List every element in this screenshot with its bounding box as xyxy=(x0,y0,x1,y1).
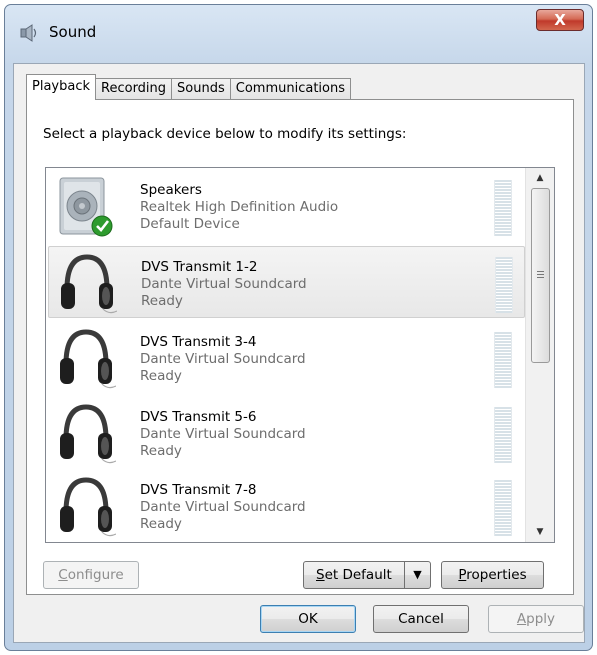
configure-mnemonic: C xyxy=(58,567,68,583)
device-list[interactable]: Speakers Realtek High Definition Audio D… xyxy=(45,167,555,543)
sound-dialog: Sound X Playback Recording Sounds Commun… xyxy=(4,4,593,651)
configure-label: onfigure xyxy=(67,567,124,583)
device-driver: Realtek High Definition Audio xyxy=(140,199,339,215)
device-item-dvs-transmit-3-4[interactable]: DVS Transmit 3-4 Dante Virtual Soundcard… xyxy=(48,322,525,394)
speaker-icon xyxy=(20,24,37,42)
dropdown-arrow-icon[interactable]: ▼ xyxy=(404,562,430,588)
device-name: DVS Transmit 3-4 xyxy=(140,334,257,350)
apply-label: pply xyxy=(526,611,556,627)
tab-playback[interactable]: Playback xyxy=(26,74,97,100)
grip-icon xyxy=(537,271,544,278)
device-item-dvs-transmit-7-8[interactable]: DVS Transmit 7-8 Dante Virtual Soundcard… xyxy=(48,470,525,542)
device-driver: Dante Virtual Soundcard xyxy=(140,499,306,515)
scroll-down-arrow-icon[interactable]: ▼ xyxy=(526,522,554,542)
cancel-button[interactable]: Cancel xyxy=(373,605,469,633)
set-default-mnemonic: S xyxy=(316,567,325,583)
device-name: DVS Transmit 7-8 xyxy=(140,482,257,498)
headphones-icon xyxy=(60,329,116,389)
ok-button[interactable]: OK xyxy=(260,605,356,633)
tab-communications[interactable]: Communications xyxy=(229,78,352,100)
device-status: Ready xyxy=(141,293,183,309)
tab-strip: Playback Recording Sounds Communications xyxy=(26,74,352,100)
device-status: Default Device xyxy=(140,216,240,232)
device-item-speakers[interactable]: Speakers Realtek High Definition Audio D… xyxy=(48,170,525,242)
volume-level-meter xyxy=(494,332,512,388)
close-button[interactable]: X xyxy=(536,9,584,31)
device-driver: Dante Virtual Soundcard xyxy=(140,351,306,367)
device-item-dvs-transmit-5-6[interactable]: DVS Transmit 5-6 Dante Virtual Soundcard… xyxy=(48,397,525,469)
device-status: Ready xyxy=(140,516,182,532)
device-driver: Dante Virtual Soundcard xyxy=(141,276,307,292)
properties-button[interactable]: Properties xyxy=(441,561,544,589)
headphones-icon xyxy=(61,254,117,314)
speaker-icon xyxy=(59,177,113,237)
device-name: Speakers xyxy=(140,182,202,198)
device-list-scrollbar[interactable]: ▲ ▼ xyxy=(525,168,554,542)
configure-button[interactable]: Configure xyxy=(43,561,139,589)
volume-level-meter xyxy=(494,480,512,536)
volume-level-meter xyxy=(495,257,513,313)
volume-level-meter xyxy=(494,180,512,236)
playback-panel: Select a playback device below to modify… xyxy=(26,99,574,595)
headphones-icon xyxy=(60,477,116,537)
apply-mnemonic: A xyxy=(516,611,527,627)
volume-level-meter xyxy=(494,407,512,463)
device-driver: Dante Virtual Soundcard xyxy=(140,426,306,442)
scroll-thumb[interactable] xyxy=(531,188,550,363)
device-status: Ready xyxy=(140,443,182,459)
tab-recording[interactable]: Recording xyxy=(95,78,173,100)
tab-sounds[interactable]: Sounds xyxy=(171,78,231,100)
device-status: Ready xyxy=(140,368,182,384)
scroll-up-arrow-icon[interactable]: ▲ xyxy=(526,168,554,188)
properties-label: roperties xyxy=(466,567,527,583)
instructions-text: Select a playback device below to modify… xyxy=(43,126,407,142)
window-title: Sound xyxy=(49,23,97,41)
device-name: DVS Transmit 5-6 xyxy=(140,409,257,425)
device-name: DVS Transmit 1-2 xyxy=(141,259,258,275)
dialog-client-area: Playback Recording Sounds Communications… xyxy=(13,63,585,643)
headphones-icon xyxy=(60,404,116,464)
title-bar[interactable]: Sound X xyxy=(5,5,592,57)
set-default-label: et Default xyxy=(324,567,392,583)
apply-button[interactable]: Apply xyxy=(488,605,584,633)
device-item-dvs-transmit-1-2[interactable]: DVS Transmit 1-2 Dante Virtual Soundcard… xyxy=(48,246,525,318)
set-default-button[interactable]: Set Default ▼ xyxy=(303,561,431,589)
